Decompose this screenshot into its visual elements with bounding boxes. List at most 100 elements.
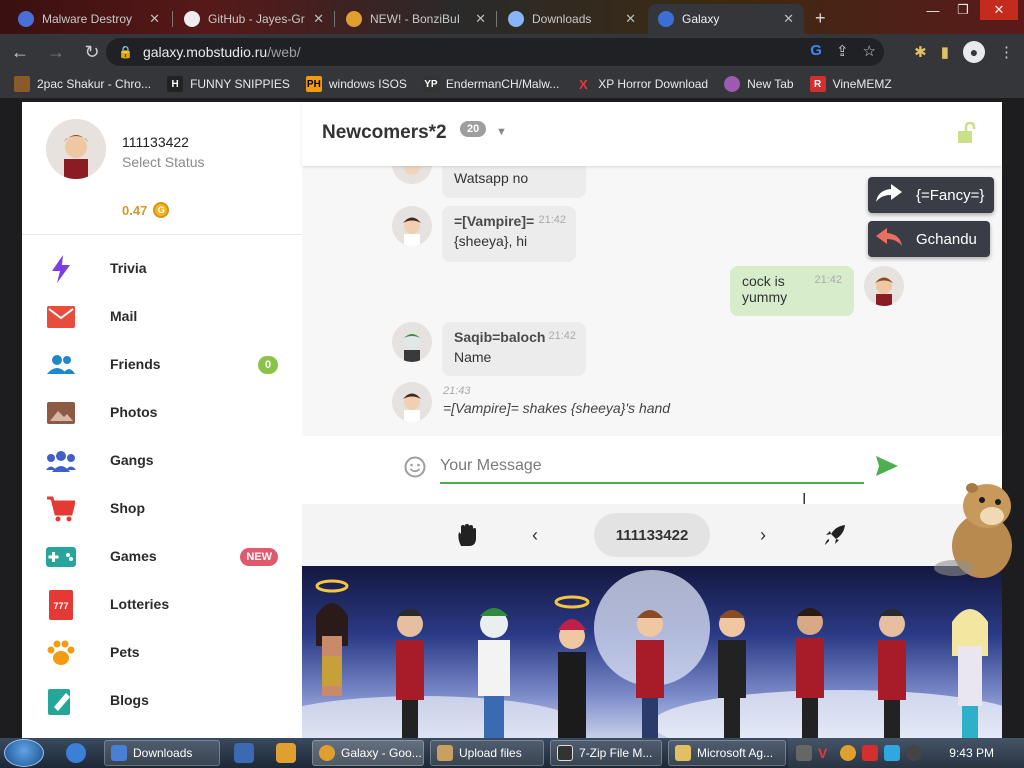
close-icon[interactable]: ✕ — [149, 11, 160, 27]
window-close-icon[interactable]: ✕ — [980, 0, 1018, 20]
start-button[interactable] — [4, 739, 44, 767]
emoji-icon[interactable] — [404, 456, 426, 478]
browser-tab-strip: Malware Destroy ✕ GitHub - Jayes-Gr ✕ NE… — [0, 0, 1024, 34]
photos-icon — [46, 399, 76, 427]
message-author[interactable]: =[Vampire]= — [454, 213, 534, 229]
google-icon[interactable]: G — [810, 42, 822, 60]
room-number-button[interactable]: 111133422 — [594, 513, 710, 557]
message-author[interactable]: Saqib=baloch — [454, 329, 545, 345]
reload-icon[interactable]: ↻ — [76, 36, 108, 68]
rocket-icon[interactable] — [820, 520, 850, 550]
browser-tab[interactable]: Downloads ✕ — [498, 4, 646, 34]
menu-dots-icon[interactable]: ⋮ — [999, 43, 1014, 61]
taskbar-item[interactable]: Downloads — [104, 740, 220, 766]
tray-volume-icon[interactable] — [906, 745, 922, 761]
mail-icon — [46, 303, 76, 331]
sidebar-item-mail[interactable]: Mail — [22, 293, 302, 341]
media-player-icon[interactable] — [234, 743, 254, 763]
select-status-link[interactable]: Select Status — [122, 154, 205, 170]
coin-balance[interactable]: 0.47 G — [122, 202, 170, 218]
avatar[interactable] — [46, 119, 106, 179]
message-bubble[interactable]: Watsapp no — [442, 166, 586, 198]
close-icon[interactable]: ✕ — [625, 11, 636, 27]
close-icon[interactable]: ✕ — [313, 11, 324, 27]
downloads-folder-icon — [111, 745, 127, 761]
sidebar-item-trivia[interactable]: Trivia — [22, 245, 302, 293]
browser-tab[interactable]: GitHub - Jayes-Gr ✕ — [174, 4, 334, 34]
avatar[interactable] — [392, 206, 432, 246]
bookmark-item[interactable]: 2pac Shakur - Chro... — [14, 76, 151, 92]
sidebar-item-pets[interactable]: Pets — [22, 629, 302, 677]
sidebar-item-blogs[interactable]: Blogs — [22, 677, 302, 725]
chat-pager: ‹ 111133422 › — [302, 504, 1002, 566]
bookmark-item[interactable]: PH windows ISOS — [305, 76, 407, 92]
avatar[interactable] — [392, 166, 432, 184]
chevron-down-icon[interactable]: ▼ — [496, 126, 507, 138]
new-tab-icon[interactable]: + — [815, 8, 826, 29]
message-input[interactable] — [440, 450, 864, 484]
bookmark-star-icon[interactable]: ☆ — [863, 42, 876, 60]
ie-icon[interactable] — [66, 743, 86, 763]
profile-icon[interactable]: ● — [963, 41, 985, 63]
extensions-icon[interactable]: ✱ — [914, 43, 927, 61]
maximize-icon[interactable]: ❐ — [950, 0, 976, 20]
microsoft-agent-icon — [675, 745, 691, 761]
message-bubble-mine[interactable]: cock is yummy 21:42 — [730, 266, 854, 316]
address-bar[interactable]: 🔒 galaxy.mobstudio.ru/web/ G ⇪ ☆ — [106, 38, 884, 66]
sidebar-item-gangs[interactable]: Gangs — [22, 437, 302, 485]
taskbar-item[interactable]: 7-Zip File M... — [550, 740, 662, 766]
tray-monitor-icon[interactable] — [884, 745, 900, 761]
tray-grid-icon[interactable] — [796, 745, 812, 761]
send-icon[interactable] — [876, 456, 898, 479]
close-icon[interactable]: ✕ — [475, 11, 486, 27]
gchandu-action-button[interactable]: Gchandu — [868, 221, 990, 257]
taskbar-item[interactable]: Upload files — [430, 740, 544, 766]
avatar[interactable] — [392, 322, 432, 362]
message-time: 21:42 — [814, 274, 842, 286]
message-composer — [302, 436, 1002, 504]
minimize-icon[interactable]: — — [920, 0, 946, 20]
sidebar-item-shop[interactable]: Shop — [22, 485, 302, 533]
browser-tab-active[interactable]: Galaxy ✕ — [648, 4, 804, 34]
avatar[interactable] — [864, 266, 904, 306]
bookmark-item[interactable]: YP EndermanCH/Malw... — [422, 76, 559, 92]
bookmark-item[interactable]: H FUNNY SNIPPIES — [167, 76, 290, 92]
room-title[interactable]: Newcomers*2 — [322, 122, 447, 144]
share-icon[interactable]: ⇪ — [836, 42, 849, 60]
unlock-icon[interactable] — [956, 121, 978, 147]
profile-card[interactable]: 111133422 Select Status 0.47 G — [22, 102, 302, 235]
username: 111133422 — [122, 134, 189, 150]
wave-hand-icon[interactable] — [452, 520, 482, 550]
bookmark-item[interactable]: X XP Horror Download — [575, 76, 708, 92]
message-text: Watsapp no — [454, 170, 529, 186]
sidebar-item-games[interactable]: Games NEW — [22, 533, 302, 581]
sidebar-item-friends[interactable]: Friends 0 — [22, 341, 302, 389]
characters-banner[interactable] — [302, 566, 1002, 738]
sidebar-item-photos[interactable]: Photos — [22, 389, 302, 437]
taskbar-item[interactable]: Microsoft Ag... — [668, 740, 786, 766]
tray-v-icon[interactable]: V — [818, 745, 834, 761]
fancy-action-button[interactable]: {=Fancy=} — [868, 177, 995, 213]
side-panel-icon[interactable]: ▮ — [941, 43, 949, 61]
clock[interactable]: 9:43 PM — [949, 746, 994, 760]
chevron-right-icon[interactable]: › — [748, 520, 778, 550]
gangs-icon — [46, 447, 76, 475]
browser-tab[interactable]: NEW! - BonziBuI ✕ — [336, 4, 496, 34]
bookmark-item[interactable]: New Tab — [724, 76, 794, 92]
tray-search-icon[interactable] — [840, 745, 856, 761]
bookmark-item[interactable]: R VineMEMZ — [809, 76, 892, 92]
chevron-left-icon[interactable]: ‹ — [520, 520, 550, 550]
close-icon[interactable]: ✕ — [783, 11, 794, 27]
sidebar-item-lotteries[interactable]: 777 Lotteries — [22, 581, 302, 629]
paint-icon[interactable] — [276, 743, 296, 763]
back-arrow-icon[interactable]: ← — [4, 36, 36, 68]
avatar[interactable] — [392, 382, 432, 422]
tray-flag-icon[interactable] — [862, 745, 878, 761]
taskbar-item-active[interactable]: Galaxy - Goo... — [312, 740, 424, 766]
games-new-badge: NEW — [240, 548, 278, 566]
message-bubble[interactable]: =[Vampire]= {sheeya}, hi 21:42 — [442, 206, 576, 262]
browser-tab[interactable]: Malware Destroy ✕ — [8, 4, 170, 34]
globe-icon — [724, 76, 741, 92]
forward-arrow-icon[interactable]: → — [40, 36, 72, 68]
message-bubble[interactable]: Saqib=baloch Name 21:42 — [442, 322, 586, 376]
